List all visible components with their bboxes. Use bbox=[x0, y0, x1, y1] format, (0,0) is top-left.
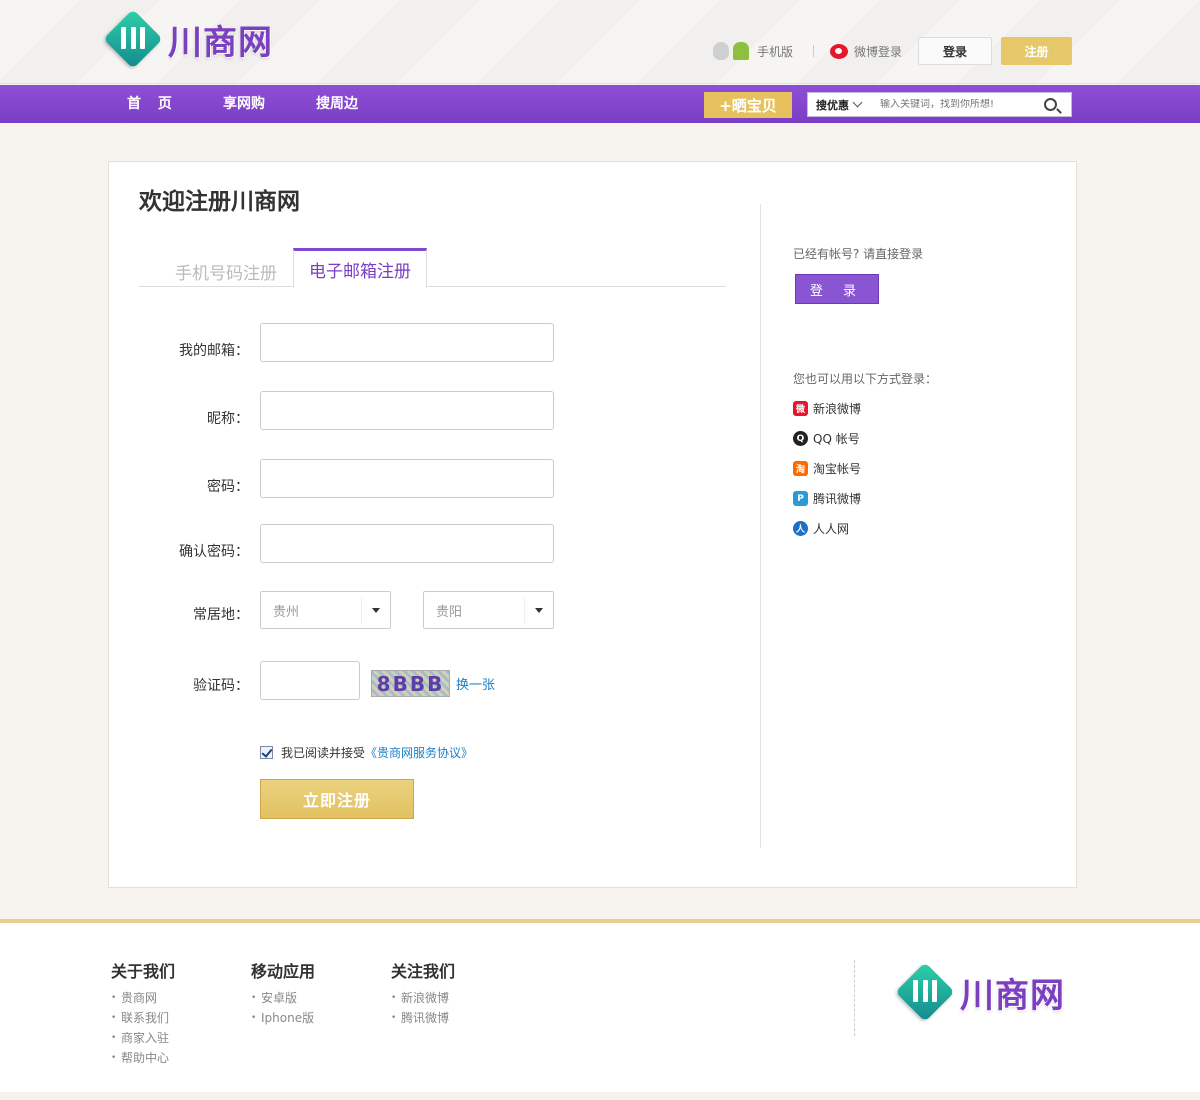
renren-icon: 人 bbox=[793, 521, 808, 536]
footer-link[interactable]: 安卓版 bbox=[251, 988, 315, 1008]
password-label: 密码： bbox=[207, 479, 249, 495]
captcha-image[interactable]: 8BBB bbox=[371, 670, 450, 697]
weibo-icon bbox=[829, 43, 848, 59]
tab-phone-register[interactable]: 手机号码注册 bbox=[159, 248, 293, 287]
login-tencent-weibo[interactable]: P 腾讯微博 bbox=[793, 490, 861, 507]
have-account-text: 已经有帐号? 请直接登录 bbox=[793, 247, 924, 261]
footer-link[interactable]: Iphone版 bbox=[251, 1008, 315, 1028]
captcha-label: 验证码： bbox=[193, 678, 249, 694]
main-nav: 首 页 享网购 搜周边 +晒宝贝 搜优惠 bbox=[0, 85, 1200, 123]
logo-mark-icon bbox=[895, 962, 955, 1022]
footer-logo-text: 川商网 bbox=[960, 975, 1065, 1016]
nav-item-nearby[interactable]: 搜周边 bbox=[316, 85, 358, 123]
search-input[interactable] bbox=[874, 99, 1034, 110]
footer-apps-title: 移动应用 bbox=[251, 962, 316, 981]
login-renren[interactable]: 人 人人网 bbox=[793, 520, 849, 537]
site-footer: 关于我们 贵商网 联系我们 商家入驻 帮助中心 移动应用 安卓版 Iphone版… bbox=[0, 923, 1200, 1092]
caret-down-icon bbox=[372, 608, 380, 613]
tab-email-register[interactable]: 电子邮箱注册 bbox=[293, 248, 427, 288]
search-icon[interactable] bbox=[1044, 98, 1057, 111]
captcha-refresh-link[interactable]: 换一张 bbox=[456, 674, 495, 693]
qq-icon: Q bbox=[793, 431, 808, 446]
confirm-password-label: 确认密码： bbox=[179, 544, 249, 560]
agree-checkbox[interactable] bbox=[260, 746, 273, 759]
tencent-weibo-icon: P bbox=[793, 491, 808, 506]
province-select[interactable]: 贵州 bbox=[260, 591, 391, 629]
search-category-label: 搜优惠 bbox=[816, 98, 849, 112]
footer-bottom-strip bbox=[0, 1092, 1200, 1100]
city-select[interactable]: 贵阳 bbox=[423, 591, 554, 629]
footer-link[interactable]: 帮助中心 bbox=[111, 1048, 175, 1068]
residence-label: 常居地： bbox=[193, 607, 249, 623]
login-qq[interactable]: Q QQ 帐号 bbox=[793, 430, 860, 447]
weibo-login-link[interactable]: 微博登录 bbox=[854, 43, 902, 60]
caret-down-icon bbox=[535, 608, 543, 613]
footer-link[interactable]: 联系我们 bbox=[111, 1008, 175, 1028]
captcha-field[interactable] bbox=[260, 661, 360, 700]
footer-link[interactable]: 贵商网 bbox=[111, 988, 175, 1008]
logo-mark-icon bbox=[103, 9, 163, 69]
nav-item-home[interactable]: 首 页 bbox=[127, 85, 178, 123]
email-field[interactable] bbox=[260, 323, 554, 362]
confirm-password-field[interactable] bbox=[260, 524, 554, 563]
nickname-field[interactable] bbox=[260, 391, 554, 430]
footer-follow: 关注我们 新浪微博 腾讯微博 bbox=[391, 958, 455, 1028]
site-header: 川商网 手机版 微博登录 登录 注册 bbox=[0, 0, 1200, 84]
provider-label: 人人网 bbox=[813, 522, 850, 536]
footer-link[interactable]: 商家入驻 bbox=[111, 1028, 175, 1048]
header-divider bbox=[812, 45, 814, 57]
share-button[interactable]: +晒宝贝 bbox=[704, 92, 792, 118]
footer-link[interactable]: 新浪微博 bbox=[391, 988, 455, 1008]
city-value: 贵阳 bbox=[436, 604, 463, 620]
search-box: 搜优惠 bbox=[807, 92, 1072, 117]
logo-text: 川商网 bbox=[168, 22, 273, 63]
register-button[interactable]: 注册 bbox=[1001, 37, 1072, 65]
footer-divider bbox=[854, 960, 855, 1036]
provider-label: 淘宝帐号 bbox=[813, 462, 862, 476]
service-agreement-link[interactable]: 《贵商网服务协议》 bbox=[365, 744, 473, 761]
chevron-down-icon bbox=[852, 97, 863, 108]
provider-label: 新浪微博 bbox=[813, 402, 862, 416]
search-category-select[interactable]: 搜优惠 bbox=[808, 97, 874, 113]
email-label: 我的邮箱： bbox=[179, 343, 249, 359]
sina-weibo-icon: 微 bbox=[793, 401, 808, 416]
footer-about-title: 关于我们 bbox=[111, 962, 176, 981]
android-icon bbox=[732, 42, 749, 60]
submit-register-button[interactable]: 立即注册 bbox=[260, 779, 414, 819]
agree-text: 我已阅读并接受 bbox=[281, 746, 366, 760]
login-taobao[interactable]: 淘 淘宝帐号 bbox=[793, 460, 861, 477]
mobile-icons bbox=[712, 42, 749, 60]
nickname-label: 昵称： bbox=[207, 411, 249, 427]
login-button[interactable]: 登录 bbox=[918, 37, 992, 65]
register-panel: 欢迎注册川商网 手机号码注册 电子邮箱注册 我的邮箱： 昵称： 密码： 确认密码… bbox=[108, 161, 1077, 888]
panel-divider bbox=[760, 204, 761, 848]
footer-logo: 川商网 bbox=[895, 962, 1065, 1022]
taobao-icon: 淘 bbox=[793, 461, 808, 476]
password-field[interactable] bbox=[260, 459, 554, 498]
agreement-row: 我已阅读并接受 《贵商网服务协议》 bbox=[260, 744, 473, 761]
login-sina-weibo[interactable]: 微 新浪微博 bbox=[793, 400, 861, 417]
page-title: 欢迎注册川商网 bbox=[139, 189, 300, 215]
alt-login-text: 您也可以用以下方式登录： bbox=[793, 372, 938, 386]
footer-follow-title: 关注我们 bbox=[391, 962, 456, 981]
footer-link[interactable]: 腾讯微博 bbox=[391, 1008, 455, 1028]
header-actions: 手机版 微博登录 登录 注册 bbox=[712, 37, 1072, 65]
footer-about: 关于我们 贵商网 联系我们 商家入驻 帮助中心 bbox=[111, 958, 175, 1068]
apple-icon bbox=[712, 42, 729, 60]
register-tabs: 手机号码注册 电子邮箱注册 bbox=[139, 248, 726, 288]
provider-label: QQ 帐号 bbox=[813, 432, 860, 446]
side-login-button[interactable]: 登 录 bbox=[795, 274, 879, 304]
province-value: 贵州 bbox=[273, 604, 300, 620]
provider-label: 腾讯微博 bbox=[813, 492, 862, 506]
nav-item-shop[interactable]: 享网购 bbox=[223, 85, 265, 123]
footer-apps: 移动应用 安卓版 Iphone版 bbox=[251, 958, 315, 1028]
site-logo[interactable]: 川商网 bbox=[103, 9, 273, 69]
mobile-version-link[interactable]: 手机版 bbox=[757, 43, 793, 60]
